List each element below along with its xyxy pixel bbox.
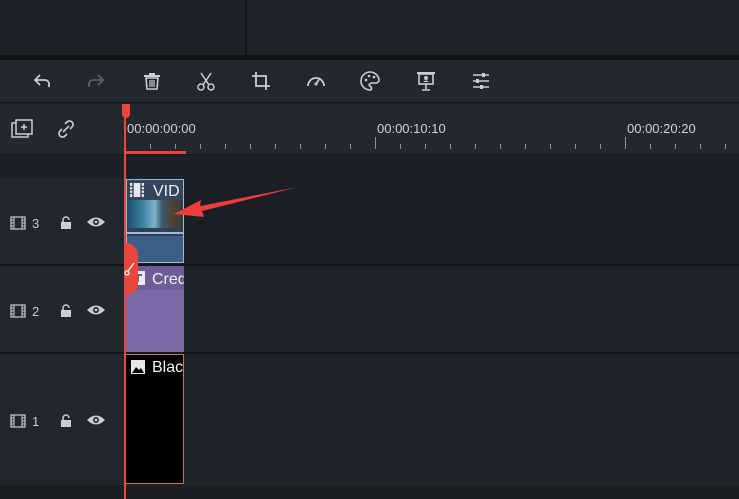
ruler-minor-tick bbox=[475, 144, 476, 149]
unlock-icon[interactable] bbox=[59, 414, 73, 428]
ruler-minor-tick bbox=[300, 144, 301, 149]
ruler-minor-tick bbox=[575, 144, 576, 149]
film-icon bbox=[130, 183, 144, 197]
timecode-label: 00:00:10:10 bbox=[377, 121, 446, 136]
film-icon bbox=[10, 304, 26, 318]
redo-button[interactable] bbox=[83, 68, 109, 94]
ruler-minor-tick bbox=[225, 144, 226, 149]
film-icon bbox=[10, 216, 26, 230]
ruler-minor-tick bbox=[725, 144, 726, 149]
ruler-minor-tick bbox=[650, 144, 651, 149]
delete-button[interactable] bbox=[139, 68, 165, 94]
preview-panel bbox=[249, 0, 739, 55]
palette-icon bbox=[360, 71, 380, 91]
undo-button[interactable] bbox=[29, 68, 55, 94]
playhead[interactable] bbox=[124, 104, 126, 499]
ruler-major-tick bbox=[375, 137, 376, 149]
track-1: 1 Blac bbox=[0, 354, 739, 485]
image-icon bbox=[131, 360, 145, 374]
ruler-minor-tick bbox=[500, 144, 501, 149]
track-header: 1 bbox=[0, 354, 124, 485]
playhead-split-button[interactable] bbox=[124, 243, 138, 295]
track-2: 2 Cred bbox=[0, 266, 739, 352]
preview-area bbox=[0, 0, 739, 55]
ruler-header bbox=[0, 104, 124, 154]
cut-button[interactable] bbox=[193, 68, 219, 94]
unlock-icon[interactable] bbox=[59, 216, 73, 230]
film-icon bbox=[10, 414, 26, 428]
scissors-icon bbox=[124, 262, 135, 276]
ruler-minor-tick bbox=[550, 144, 551, 149]
add-track-icon[interactable] bbox=[10, 118, 36, 140]
track-number: 3 bbox=[32, 216, 40, 231]
adjust-button[interactable] bbox=[468, 68, 494, 94]
eye-icon[interactable] bbox=[86, 215, 106, 229]
timecode-label: 00:00:00:00 bbox=[127, 121, 196, 136]
ruler-minor-tick bbox=[450, 144, 451, 149]
ruler-minor-tick bbox=[325, 144, 326, 149]
track-number: 2 bbox=[32, 304, 40, 319]
sliders-icon bbox=[473, 73, 489, 89]
color-button[interactable] bbox=[357, 68, 383, 94]
timeline-editor: 00:00:00:00 00:00:10:10 00:00:20:20 3 VI… bbox=[0, 0, 739, 499]
track-header: 3 bbox=[0, 178, 124, 264]
redo-icon bbox=[88, 74, 105, 87]
track-lane[interactable]: Cred bbox=[124, 266, 739, 352]
ruler-minor-tick bbox=[425, 144, 426, 149]
ruler-minor-tick bbox=[400, 144, 401, 149]
ruler-minor-tick bbox=[275, 144, 276, 149]
crop-button[interactable] bbox=[248, 68, 274, 94]
clip-divider bbox=[127, 232, 183, 234]
ruler-minor-tick bbox=[350, 144, 351, 149]
clip-title: Cred bbox=[152, 271, 184, 288]
timeline-toolbar bbox=[0, 60, 739, 103]
eye-icon[interactable] bbox=[86, 413, 106, 427]
link-icon[interactable] bbox=[53, 118, 79, 140]
eye-icon[interactable] bbox=[86, 303, 106, 317]
ruler-minor-tick bbox=[600, 144, 601, 149]
timecode-label: 00:00:20:20 bbox=[627, 121, 696, 136]
ruler-minor-tick bbox=[675, 144, 676, 149]
timeline-spacer bbox=[0, 154, 739, 178]
ruler-minor-tick bbox=[250, 144, 251, 149]
ruler-minor-tick bbox=[150, 144, 151, 149]
playhead-handle[interactable] bbox=[122, 104, 130, 118]
crop-icon bbox=[252, 72, 270, 90]
timeline-bottom bbox=[0, 485, 739, 499]
media-panel bbox=[0, 0, 247, 55]
ruler-minor-tick bbox=[700, 144, 701, 149]
track-3: 3 VID bbox=[0, 178, 739, 264]
ruler-minor-tick bbox=[175, 144, 176, 149]
scissors-icon bbox=[197, 72, 215, 91]
ruler-minor-tick bbox=[200, 144, 201, 149]
track-number: 1 bbox=[32, 414, 40, 429]
speed-button[interactable] bbox=[303, 68, 329, 94]
unlock-icon[interactable] bbox=[59, 304, 73, 318]
image-clip[interactable]: Blac bbox=[125, 354, 184, 484]
trash-icon bbox=[144, 73, 160, 90]
ruler-major-tick bbox=[625, 137, 626, 149]
track-header: 2 bbox=[0, 266, 124, 352]
track-lane[interactable]: Blac bbox=[124, 354, 739, 485]
presentation-icon bbox=[417, 72, 435, 91]
clip-title: Blac bbox=[152, 359, 184, 376]
green-screen-button[interactable] bbox=[413, 68, 439, 94]
undo-icon bbox=[33, 74, 50, 87]
ruler-minor-tick bbox=[525, 144, 526, 149]
timeline-ruler[interactable]: 00:00:00:00 00:00:10:10 00:00:20:20 bbox=[124, 104, 739, 154]
speedometer-icon bbox=[307, 77, 325, 87]
annotation-arrow bbox=[174, 187, 298, 217]
